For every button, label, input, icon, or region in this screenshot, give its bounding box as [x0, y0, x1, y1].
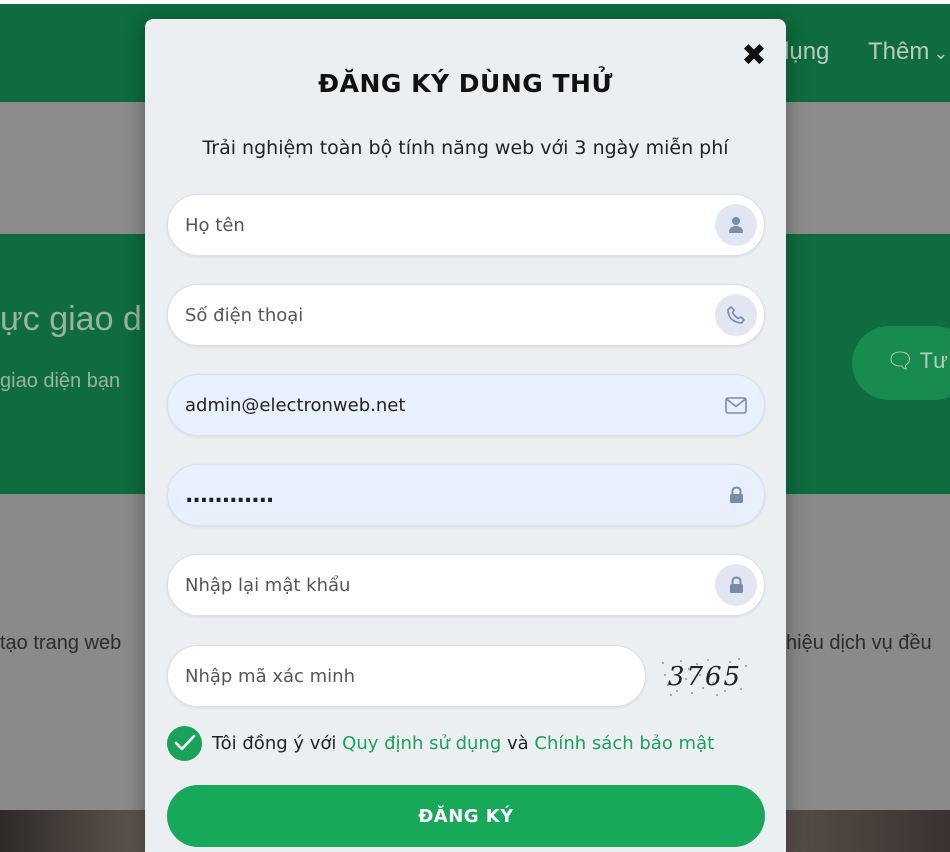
- password-field: [167, 464, 765, 526]
- hero-consult-label: Tư: [919, 348, 948, 373]
- modal-subtitle: Trải nghiệm toàn bộ tính năng web với 3 …: [202, 137, 729, 159]
- name-field: [167, 194, 765, 256]
- checkmark-icon: [174, 734, 195, 751]
- name-input[interactable]: [168, 195, 708, 255]
- phone-icon: [715, 294, 757, 336]
- confirm-password-input[interactable]: [168, 555, 708, 615]
- captcha-field: [167, 645, 646, 707]
- nav-item-more[interactable]: Thêm ⌄: [868, 38, 948, 66]
- phone-input[interactable]: [168, 285, 708, 345]
- agreement-text: Tôi đồng ý với Quy định sử dụng và Chính…: [212, 733, 714, 754]
- email-field: [167, 374, 765, 436]
- signup-modal: ✖ ĐĂNG KÝ DÙNG THỬ Trải nghiệm toàn bộ t…: [145, 19, 786, 852]
- privacy-link[interactable]: Chính sách bảo mật: [534, 733, 714, 754]
- email-input[interactable]: [168, 375, 708, 435]
- modal-title: ĐĂNG KÝ DÙNG THỬ: [318, 69, 613, 98]
- chevron-down-icon: ⌄: [933, 43, 949, 63]
- hero-title: ực giao d: [0, 300, 142, 338]
- agreement-prefix: Tôi đồng ý với: [212, 732, 337, 754]
- user-icon: [715, 204, 757, 246]
- hero-subtitle: giao diện bạn: [0, 370, 121, 392]
- agree-checkbox[interactable]: [167, 725, 202, 761]
- captcha-image[interactable]: 3765: [659, 655, 751, 697]
- captcha-text: 3765: [668, 662, 742, 692]
- submit-button[interactable]: ĐĂNG KÝ: [167, 785, 765, 847]
- agreement-and: và: [506, 732, 529, 754]
- envelope-icon: [715, 384, 757, 426]
- password-input[interactable]: [168, 465, 708, 525]
- agreement-row: Tôi đồng ý với Quy định sử dụng và Chính…: [167, 725, 714, 761]
- phone-field: [167, 284, 765, 346]
- content-text-left: tạo trang web: [0, 632, 122, 654]
- close-button[interactable]: ✖: [741, 41, 767, 71]
- lock-icon: [715, 474, 757, 516]
- content-text-right: hiệu dịch vụ đều: [786, 632, 932, 654]
- confirm-password-field: [167, 554, 765, 616]
- lock-icon: [715, 564, 757, 606]
- hero-consult-button[interactable]: 🗨 Tư: [852, 326, 950, 400]
- captcha-input[interactable]: [168, 646, 628, 706]
- nav-item-more-label: Thêm: [868, 38, 930, 65]
- terms-link[interactable]: Quy định sử dụng: [342, 733, 501, 754]
- chat-icon: 🗨: [886, 348, 914, 373]
